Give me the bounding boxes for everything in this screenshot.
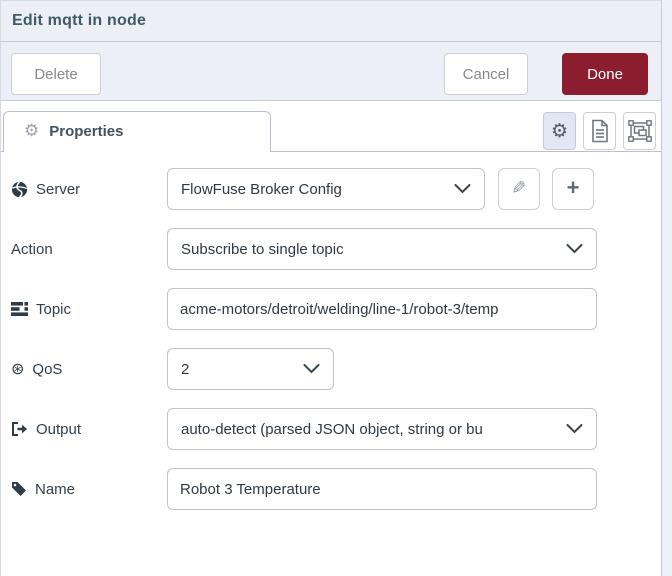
tasks-icon xyxy=(11,301,28,317)
qos-label: ⊛ QoS xyxy=(11,359,63,378)
dialog-title: Edit mqtt in node xyxy=(12,12,147,29)
plus-icon: + xyxy=(566,175,580,200)
qos-select-value: 2 xyxy=(181,360,190,378)
action-select[interactable]: Subscribe to single topic xyxy=(167,228,597,270)
edit-server-button[interactable]: ✎ xyxy=(498,168,540,210)
tab-bar: ⚙ Properties ⚙ xyxy=(1,101,661,152)
server-select-value: FlowFuse Broker Config xyxy=(181,180,342,198)
topic-row: Topic xyxy=(1,288,661,330)
circled-asterisk-icon: ⊛ xyxy=(11,359,25,378)
output-label: Output xyxy=(1,421,167,438)
qos-select[interactable]: 2 xyxy=(167,348,334,390)
gear-icon: ⚙ xyxy=(550,119,569,142)
server-row: Server FlowFuse Broker Config ✎ + xyxy=(1,168,661,210)
done-button[interactable]: Done xyxy=(562,53,648,95)
server-label: Server xyxy=(1,181,167,198)
edit-node-dialog: Edit mqtt in node Delete Cancel Done ⚙ P… xyxy=(0,0,662,576)
server-select[interactable]: FlowFuse Broker Config xyxy=(167,168,485,210)
sign-out-icon xyxy=(11,421,28,437)
description-button[interactable] xyxy=(583,112,616,150)
tab-properties-label: Properties xyxy=(49,123,124,140)
topic-label: Topic xyxy=(1,301,167,318)
pencil-icon: ✎ xyxy=(511,178,527,199)
dialog-header: Edit mqtt in node xyxy=(1,1,661,42)
output-select[interactable]: auto-detect (parsed JSON object, string … xyxy=(167,408,597,450)
properties-gear-button[interactable]: ⚙ xyxy=(543,112,576,150)
chevron-down-icon xyxy=(566,244,583,254)
add-server-button[interactable]: + xyxy=(552,168,594,210)
tag-icon xyxy=(11,481,27,497)
chevron-down-icon xyxy=(454,184,471,194)
output-select-value: auto-detect (parsed JSON object, string … xyxy=(181,420,483,438)
name-row: Name xyxy=(1,468,661,510)
properties-form: Server FlowFuse Broker Config ✎ + Action… xyxy=(1,152,661,510)
chevron-down-icon xyxy=(566,424,583,434)
action-label: Action xyxy=(11,240,53,258)
globe-icon xyxy=(11,181,28,198)
delete-button[interactable]: Delete xyxy=(11,53,101,95)
document-icon xyxy=(590,119,610,143)
topic-input[interactable] xyxy=(167,288,597,330)
output-row: Output auto-detect (parsed JSON object, … xyxy=(1,408,661,450)
object-group-icon xyxy=(627,120,652,142)
chevron-down-icon xyxy=(303,364,320,374)
gear-icon: ⚙ xyxy=(24,121,40,141)
action-select-value: Subscribe to single topic xyxy=(181,240,344,258)
qos-row: ⊛ QoS 2 xyxy=(1,348,661,390)
tab-tool-buttons: ⚙ xyxy=(543,112,656,150)
cancel-button[interactable]: Cancel xyxy=(444,53,528,95)
name-label: Name xyxy=(1,481,167,498)
appearance-button[interactable] xyxy=(623,112,656,150)
dialog-toolbar: Delete Cancel Done xyxy=(1,42,661,101)
action-row: Action Subscribe to single topic xyxy=(1,228,661,270)
name-input[interactable] xyxy=(167,468,597,510)
tab-properties[interactable]: ⚙ Properties xyxy=(3,111,271,152)
